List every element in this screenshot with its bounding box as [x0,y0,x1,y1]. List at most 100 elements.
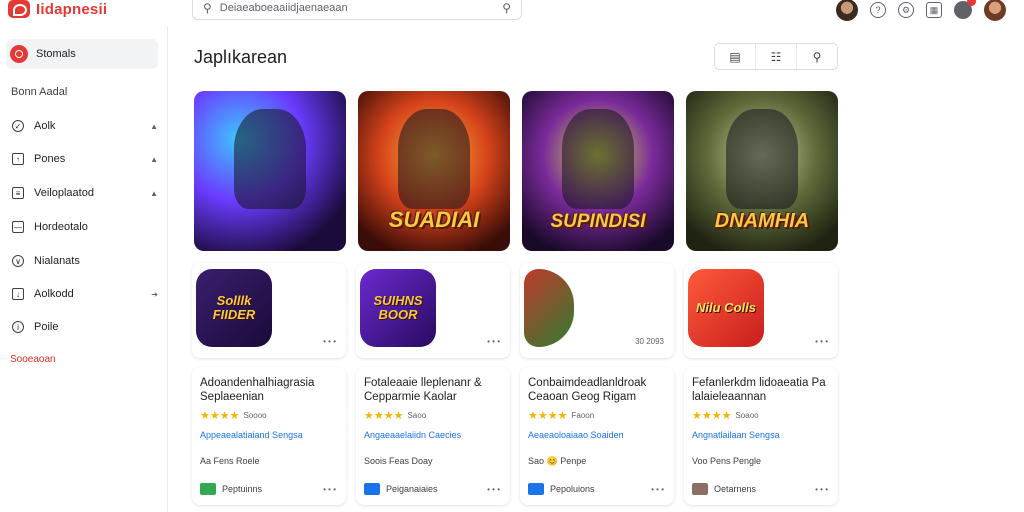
rating-value: Faoon [571,411,595,420]
rating-value: Saoo [407,411,427,420]
home-icon [10,45,28,63]
publisher-icon [364,483,380,495]
hero-character-image [726,109,798,209]
card-footer: Oetarnens • • • [692,483,828,495]
card-footer: Peiganaiaies • • • [364,483,500,495]
search-icon[interactable]: ⚲ [797,44,837,69]
star-rating-icon: ★★★★ [692,410,732,422]
app-genre-link[interactable]: Appeaealatiaiand Sengsa [200,430,338,440]
hero-banner[interactable]: SUPINDISI [522,91,674,251]
sidebar-item-2[interactable]: ↑ Pones ▲ [12,149,158,169]
sidebar-item-label: Pones [34,153,66,165]
sidebar-item-label: Veiloplaatod [34,187,94,199]
app-icon: SUIHNS BOOR [360,269,436,347]
search-input[interactable]: ⚲ Deiaeaboeaaiidjaenaeaan ⚲ [192,0,522,20]
app-title: Fotaleaaie lleplenanr & Cepparmie Kaolar [364,377,482,403]
logo-icon [8,0,30,18]
app-card[interactable]: 30 2093 [520,263,674,358]
hero-title: SUPINDISI [550,211,646,232]
app-developer: Aa Fens Roele [200,456,260,466]
more-options-icon[interactable]: • • • [487,337,500,346]
app-card[interactable]: SUIHNS BOOR • • • [356,263,510,358]
sidebar-item-label: Aolk [34,120,56,132]
more-options-icon[interactable]: • • • [815,337,828,346]
app-logo[interactable]: Iidapnesii [8,0,107,18]
chevron-up-icon: ▲ [150,121,158,131]
hero-banner[interactable]: DNAMHIA [686,91,838,251]
filter-icon[interactable]: ☷ [756,44,797,69]
sidebar-item-3[interactable]: ≡ Veiloplaatod ▲ [12,183,158,203]
heart-icon: ∨ [12,255,24,267]
more-options-icon[interactable]: • • • [323,337,336,346]
app-genre-link[interactable]: Aeaeaoloaiaao Soaiden [528,430,666,440]
grid-view-icon[interactable]: ▤ [715,44,756,69]
app-meta: 30 2093 [635,337,664,346]
app-info-card[interactable]: Conbaimdeadlanldroak Ceaoan Geog Rigam ★… [520,367,674,505]
app-genre-link[interactable]: Angnatlailaan Sengsa [692,430,830,440]
sidebar-item-label: Nialanats [34,255,80,267]
download-icon: ↓ [12,288,24,300]
sidebar-footer-link[interactable]: Sooeaoan [10,354,56,365]
sidebar-item-5[interactable]: ∨ Nialanats [12,251,158,271]
card-footer: Pepoluions • • • [528,483,664,495]
sidebar-item-6[interactable]: ↓ Aolkodd ➔ [12,284,158,304]
publisher-icon [200,483,216,495]
gamepad-icon: ≡ [12,187,24,199]
more-options-icon[interactable]: • • • [651,485,664,494]
sidebar-item-1[interactable]: ✓ Aolk ▲ [12,116,158,136]
help-icon[interactable]: ? [870,2,886,18]
hero-banner[interactable] [194,91,346,251]
more-options-icon[interactable]: • • • [323,485,336,494]
arrow-right-icon: ➔ [151,289,158,299]
star-rating-icon: ★★★★ [200,410,240,422]
hero-title: DNAMHIA [714,210,810,232]
app-info-card[interactable]: Fefanlerkdm lidoaeatia Pa lalaieleaannan… [684,367,838,505]
publisher-icon [692,483,708,495]
app-developer: Soois Feas Doay [364,456,433,466]
sidebar-item-7[interactable]: i Poile [12,317,158,337]
rating-value: Soooo [243,411,267,420]
lightbulb-icon: ✓ [12,120,24,132]
search-submit-icon[interactable]: ⚲ [502,1,511,15]
publisher-label: Peiganaiaies [386,484,438,494]
app-title: Adoandenhalhiagrasia Seplaeenian [200,377,315,403]
app-card[interactable]: Nilu Colls • • • [684,263,838,358]
notifications-icon[interactable] [954,0,976,19]
search-icon: ⚲ [203,1,212,15]
sidebar-item-label: Aolkodd [34,288,74,300]
star-rating-icon: ★★★★ [364,410,404,422]
app-developer: Sao 😊 Penpe [528,456,587,466]
profile-avatar[interactable] [984,0,1006,21]
publisher-label: Pepoluions [550,484,595,494]
top-bar: Iidapnesii ⚲ Deiaeaboeaaiidjaenaeaan ⚲ ?… [0,0,1024,22]
more-options-icon[interactable]: • • • [487,485,500,494]
publisher-label: Peptuinns [222,484,263,494]
page-title: Japlıkarean [194,47,288,67]
more-options-icon[interactable]: • • • [815,485,828,494]
publisher-label: Oetarnens [714,484,757,494]
app-info-card[interactable]: Fotaleaaie lleplenanr & Cepparmie Kaolar… [356,367,510,505]
sidebar-item-active[interactable]: Stomals [6,39,158,69]
rating-value: Soaoo [735,411,759,420]
hero-title: SUADIAI [388,207,480,232]
app-card[interactable]: Solllk FIIDER • • • [192,263,346,358]
sidebar-item-label: Stomals [36,48,76,60]
sidebar: Stomals Bonn Aadal ✓ Aolk ▲ ↑ Pones ▲ ≡ … [0,26,168,512]
app-icon: Nilu Colls [688,269,764,347]
settings-icon[interactable]: ⚙ [898,2,914,18]
rating-row: ★★★★ Saoo [364,409,502,422]
view-toolbar: ▤ ☷ ⚲ [714,43,838,70]
app-icon: Solllk FIIDER [196,269,272,347]
avatar[interactable] [836,0,858,21]
rating-row: ★★★★ Faoon [528,409,666,422]
sidebar-item-4[interactable]: — Hordeotalo [12,217,158,237]
hero-banner[interactable]: SUADIAI [358,91,510,251]
app-genre-link[interactable]: Angaeaaelaiidn Caecies [364,430,502,440]
rating-row: ★★★★ Soooo [200,409,338,422]
apps-icon[interactable]: ▦ [926,2,942,18]
app-info-card[interactable]: Adoandenhalhiagrasia Seplaeenian ★★★★ So… [192,367,346,505]
inbox-icon: — [12,221,24,233]
sidebar-item-label: Hordeotalo [34,221,88,233]
app-icon [524,269,574,347]
publisher-icon [528,483,544,495]
